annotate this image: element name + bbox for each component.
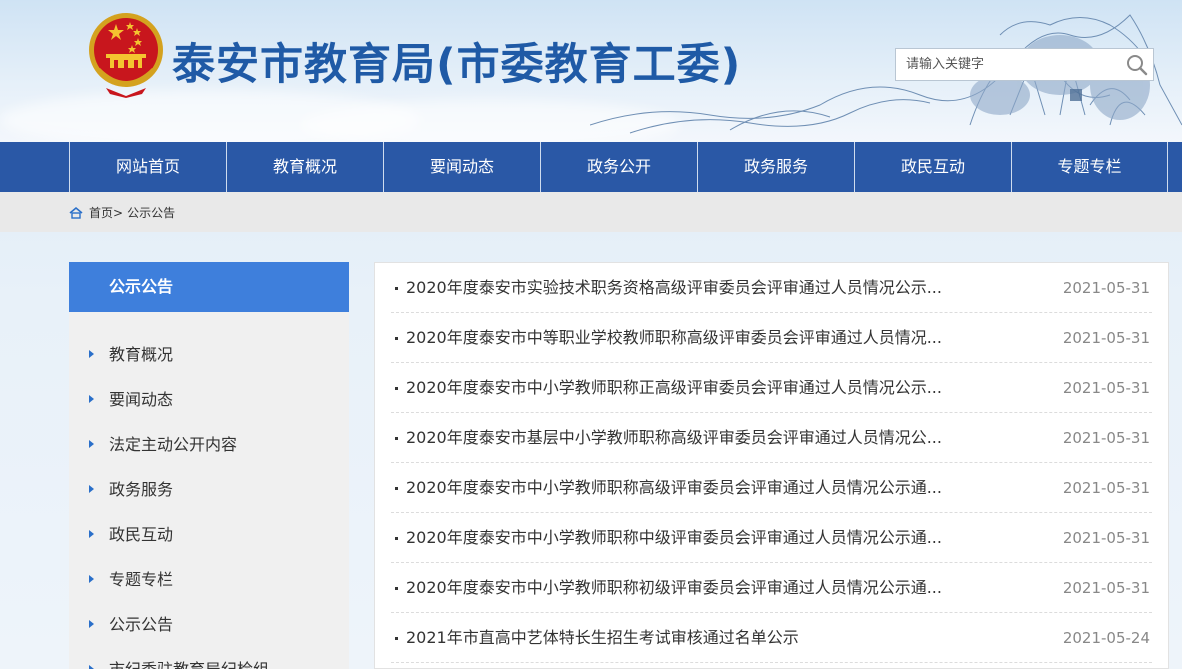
sidebar-item-topics[interactable]: 专题专栏 — [69, 557, 349, 602]
list-item-date: 2021-05-24 — [1062, 629, 1150, 647]
triangle-right-icon — [89, 350, 94, 358]
list-item-title[interactable]: 2020年度泰安市中等职业学校教师职称高级评审委员会评审通过人员情况... — [406, 313, 942, 363]
triangle-right-icon — [89, 395, 94, 403]
bullet-icon — [395, 287, 398, 290]
bullet-icon — [395, 637, 398, 640]
list-item-date: 2021-05-31 — [1062, 529, 1150, 547]
breadcrumb-bar: 首页 > 公示公告 — [0, 192, 1182, 232]
breadcrumb-home-link[interactable]: 首页 — [89, 204, 113, 221]
list-item-date: 2021-05-31 — [1062, 429, 1150, 447]
nav-item-gov-affairs[interactable]: 政务公开 — [540, 142, 697, 192]
list-item[interactable]: 2020年度泰安市中小学教师职称初级评审委员会评审通过人员情况公示通... 202… — [391, 563, 1152, 613]
breadcrumb: 首页 > 公示公告 — [69, 204, 175, 221]
triangle-right-icon — [89, 530, 94, 538]
nav-item-gov-services[interactable]: 政务服务 — [697, 142, 854, 192]
list-item-title[interactable]: 2020年度泰安市中小学教师职称中级评审委员会评审通过人员情况公示通... — [406, 513, 942, 563]
sidebar-item-statutory-disclosure[interactable]: 法定主动公开内容 — [69, 422, 349, 467]
list-item-date: 2021-05-31 — [1062, 329, 1150, 347]
nav-item-overview[interactable]: 教育概况 — [226, 142, 383, 192]
sidebar-item-label: 政务服务 — [109, 480, 174, 499]
triangle-right-icon — [89, 665, 94, 669]
list-item[interactable]: 2020年度泰安市实验技术职务资格高级评审委员会评审通过人员情况公示... 202… — [391, 263, 1152, 313]
sidebar-item-label: 教育概况 — [109, 345, 174, 364]
main-nav: 网站首页 教育概况 要闻动态 政务公开 政务服务 政民互动 专题专栏 — [0, 142, 1182, 192]
bullet-icon — [395, 587, 398, 590]
list-item[interactable]: 2020年度泰安市中小学教师职称高级评审委员会评审通过人员情况公示通... 202… — [391, 463, 1152, 513]
list-item[interactable]: 2020年度泰安市中小学教师职称正高级评审委员会评审通过人员情况公示... 202… — [391, 363, 1152, 413]
list-item-title[interactable]: 2020年度泰安市中小学教师职称初级评审委员会评审通过人员情况公示通... — [406, 563, 942, 613]
sidebar-item-label: 公示公告 — [109, 615, 174, 634]
breadcrumb-separator: > — [113, 205, 124, 220]
search-box — [895, 48, 1154, 81]
nav-item-news[interactable]: 要闻动态 — [383, 142, 540, 192]
bullet-icon — [395, 487, 398, 490]
sidebar-item-label: 要闻动态 — [109, 390, 174, 409]
bullet-icon — [395, 387, 398, 390]
bullet-icon — [395, 337, 398, 340]
list-item-title[interactable]: 2020年度泰安市基层中小学教师职称高级评审委员会评审通过人员情况公... — [406, 413, 942, 463]
list-item-title[interactable]: 2020年度泰安市实验技术职务资格高级评审委员会评审通过人员情况公示... — [406, 263, 942, 313]
list-item-date: 2021-05-31 — [1062, 579, 1150, 597]
site-header: 泰安市教育局(市委教育工委) — [0, 0, 1182, 142]
sidebar-item-label: 政民互动 — [109, 525, 174, 544]
sidebar-item-label: 专题专栏 — [109, 570, 174, 589]
search-icon[interactable] — [1125, 53, 1149, 77]
nav-item-home[interactable]: 网站首页 — [69, 142, 226, 192]
list-item-title[interactable]: 2020年度泰安市中小学教师职称高级评审委员会评审通过人员情况公示通... — [406, 463, 942, 513]
list-item-date: 2021-05-31 — [1062, 279, 1150, 297]
bullet-icon — [395, 537, 398, 540]
list-item[interactable]: 2021年市直高中艺体特长生招生考试审核通过名单公示 2021-05-24 — [391, 613, 1152, 663]
nav-item-topics[interactable]: 专题专栏 — [1011, 142, 1168, 192]
list-item[interactable]: 2020年度泰安市中小学教师职称中级评审委员会评审通过人员情况公示通... 202… — [391, 513, 1152, 563]
nav-item-interaction[interactable]: 政民互动 — [854, 142, 1011, 192]
bullet-icon — [395, 437, 398, 440]
sidebar-item-interaction[interactable]: 政民互动 — [69, 512, 349, 557]
national-emblem-icon — [89, 13, 163, 98]
sidebar-heading: 公示公告 — [69, 262, 349, 312]
search-input[interactable] — [896, 49, 1121, 80]
sidebar-item-overview[interactable]: 教育概况 — [69, 332, 349, 377]
triangle-right-icon — [89, 575, 94, 583]
list-item-title[interactable]: 2021年市直高中艺体特长生招生考试审核通过名单公示 — [406, 613, 799, 663]
sidebar-item-gov-services[interactable]: 政务服务 — [69, 467, 349, 512]
list-item[interactable]: 2020年度泰安市基层中小学教师职称高级评审委员会评审通过人员情况公... 202… — [391, 413, 1152, 463]
list-item-title[interactable]: 2020年度泰安市中小学教师职称正高级评审委员会评审通过人员情况公示... — [406, 363, 942, 413]
triangle-right-icon — [89, 485, 94, 493]
sidebar-item-news[interactable]: 要闻动态 — [69, 377, 349, 422]
home-icon — [69, 206, 83, 219]
announcement-list-panel: 2020年度泰安市实验技术职务资格高级评审委员会评审通过人员情况公示... 202… — [374, 262, 1169, 669]
sidebar-item-label: 市纪委驻教育局纪检组 — [109, 660, 269, 669]
sidebar-item-label: 法定主动公开内容 — [109, 435, 238, 454]
sidebar-item-announcements[interactable]: 公示公告 — [69, 602, 349, 647]
breadcrumb-current: 公示公告 — [127, 206, 176, 220]
list-item[interactable]: 2020年度泰安市中等职业学校教师职称高级评审委员会评审通过人员情况... 202… — [391, 313, 1152, 363]
list-item-date: 2021-05-31 — [1062, 379, 1150, 397]
sidebar-item-discipline-group[interactable]: 市纪委驻教育局纪检组 — [69, 647, 349, 669]
list-item-date: 2021-05-31 — [1062, 479, 1150, 497]
triangle-right-icon — [89, 620, 94, 628]
triangle-right-icon — [89, 440, 94, 448]
sidebar: 公示公告 教育概况 要闻动态 法定主动公开内容 政务服务 政民互动 专题专栏 公… — [69, 262, 349, 669]
